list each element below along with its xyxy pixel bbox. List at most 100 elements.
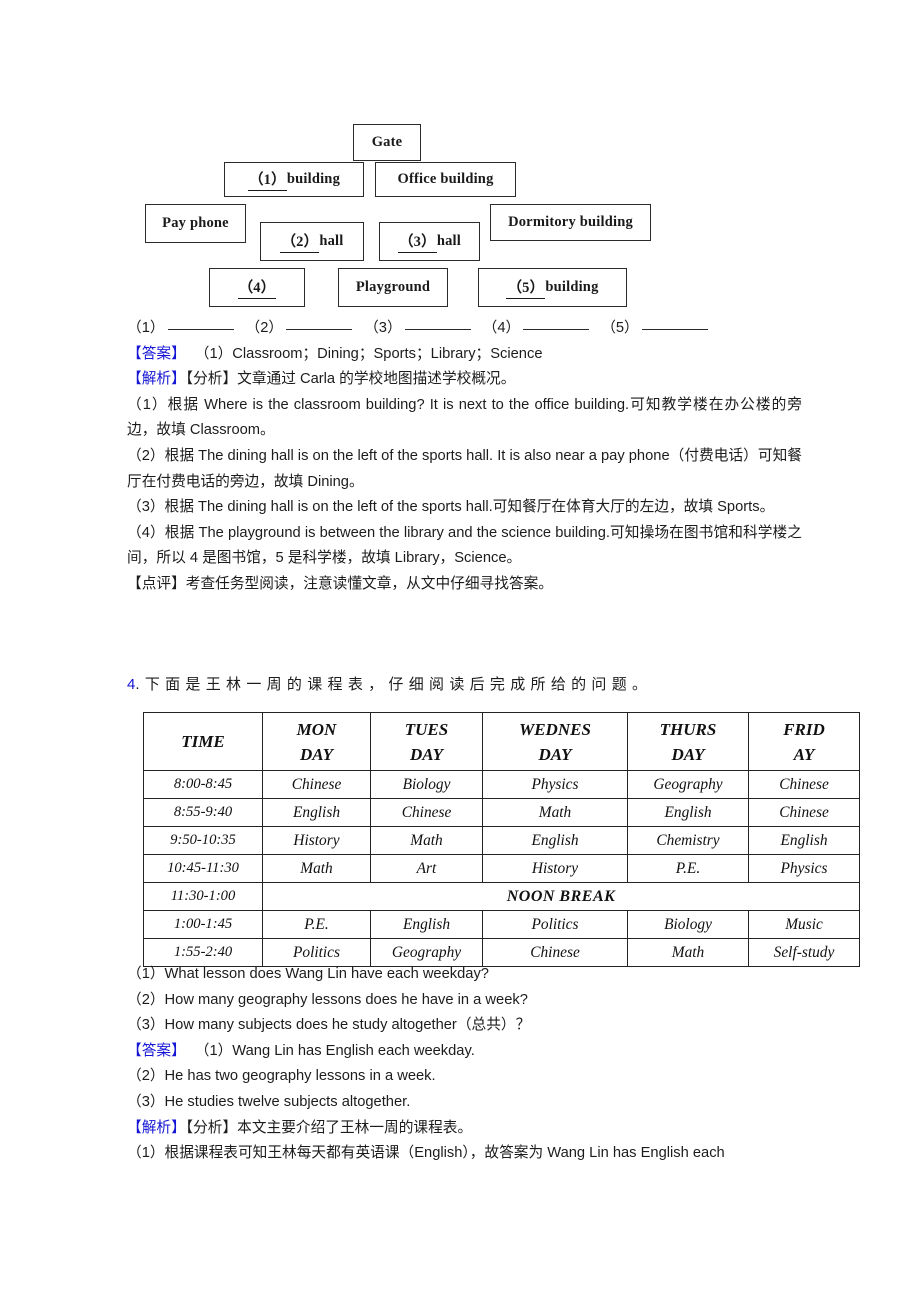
- timetable-subject-cell: English: [370, 910, 483, 939]
- timetable-container: TIME MON DAY TUES DAY WEDNES DAY THURS D…: [143, 712, 860, 967]
- analysis-label: 【解析】: [127, 371, 186, 388]
- map-blank-1-suffix: building: [286, 171, 341, 187]
- section-4-question-1: （1）What lesson does Wang Lin have each w…: [127, 966, 489, 982]
- map-box-playground-label: Playground: [355, 279, 431, 295]
- comment-label: 【点评】: [127, 575, 186, 592]
- timetable-noon-break-cell: NOON BREAK: [262, 882, 860, 911]
- timetable-header-thursday-line1: THURS: [659, 719, 717, 739]
- map-box-blank-2: （2） hall: [260, 222, 364, 261]
- timetable-subject-cell: Chemistry: [627, 826, 749, 855]
- timetable-header-row: TIME MON DAY TUES DAY WEDNES DAY THURS D…: [143, 712, 860, 771]
- map-blank-2-number: （2）: [280, 230, 320, 253]
- timetable-subject-cell: Chinese: [262, 770, 371, 799]
- answer-label: 【答案】: [127, 345, 186, 362]
- timetable-header-friday-line2: AY: [793, 744, 815, 764]
- timetable-time-cell: 8:55-9:40: [143, 798, 263, 827]
- timetable-header-tuesday-line2: DAY: [409, 744, 444, 764]
- blank-label-1: （1）: [127, 320, 165, 336]
- timetable-subject-cell: Physics: [482, 770, 628, 799]
- section-3-explanation-4: （4）根据 The playground is between the libr…: [127, 524, 802, 567]
- analysis-sub-label: 【分析】: [185, 371, 238, 388]
- section-3-text: （1） （2） （3） （4） （5） 【答案】 （1）Classroom；Dining；…: [0, 316, 920, 598]
- timetable-time-cell: 10:45-11:30: [143, 854, 263, 883]
- timetable-subject-cell: Chinese: [370, 798, 483, 827]
- timetable-subject-cell: Math: [482, 798, 628, 827]
- timetable-row: 8:00-8:45 Chinese Biology Physics Geogra…: [143, 770, 860, 799]
- timetable-subject-cell: Geography: [627, 770, 749, 799]
- timetable-time-cell: 8:00-8:45: [143, 770, 263, 799]
- map-box-blank-3: （3） hall: [379, 222, 480, 261]
- blank-label-5: （5）: [601, 320, 639, 336]
- timetable-row: 8:55-9:40 English Chinese Math English C…: [143, 798, 860, 827]
- timetable-header-friday-line1: FRID: [783, 719, 825, 739]
- timetable-time-cell: 11:30-1:00: [143, 882, 263, 911]
- section-4-text: （1）What lesson does Wang Lin have each w…: [0, 962, 920, 1167]
- timetable-header-tuesday-line1: TUES: [404, 719, 449, 739]
- timetable-header-wednesday-line2: DAY: [538, 744, 572, 764]
- map-box-blank-4: （4）: [209, 268, 305, 307]
- question-4-punct: .: [135, 676, 145, 693]
- blank-rule-3: [404, 329, 471, 330]
- timetable-subject-cell: Biology: [370, 770, 483, 799]
- map-box-dormitory-building-label: Dormitory building: [508, 214, 633, 230]
- timetable-header-thursday: THURS DAY: [627, 712, 749, 771]
- timetable-subject-cell: English: [627, 798, 749, 827]
- timetable-subject-cell: Art: [370, 854, 483, 883]
- analysis-sub-label: 【分析】: [185, 1119, 238, 1136]
- timetable-row: 9:50-10:35 History Math English Chemistr…: [143, 826, 860, 855]
- timetable-subject-cell: English: [482, 826, 628, 855]
- timetable-subject-cell: P.E.: [627, 854, 749, 883]
- timetable-subject-cell: Math: [370, 826, 483, 855]
- section-4-answer-3: （3）He studies twelve subjects altogether…: [127, 1093, 411, 1110]
- timetable-subject-cell: History: [482, 854, 628, 883]
- analysis-text: 文章通过 Carla 的学校地图描述学校概况。: [237, 371, 516, 388]
- timetable-header-tuesday: TUES DAY: [370, 712, 483, 771]
- map-blank-5-number: （5）: [506, 276, 546, 299]
- map-blank-3-number: （3）: [397, 230, 437, 253]
- answer-blanks-row: （1） （2） （3） （4） （5）: [0, 316, 920, 342]
- map-box-blank-5: （5） building: [478, 268, 627, 307]
- timetable-time-cell: 1:00-1:45: [143, 910, 263, 939]
- map-box-gate-label: Gate: [371, 134, 403, 150]
- section-4-explanation-1: （1）根据课程表可知王林每天都有英语课（English），故答案为 Wang L…: [127, 1145, 725, 1162]
- map-box-office-building: Office building: [375, 162, 516, 197]
- section-3-explanation-1: （1）根据 Where is the classroom building? I…: [127, 396, 802, 439]
- answer-text: （1）Wang Lin has English each weekday.: [194, 1042, 475, 1059]
- timetable-header-wednesday-line1: WEDNES: [519, 719, 591, 739]
- timetable-subject-cell: English: [748, 826, 860, 855]
- timetable-header-friday: FRID AY: [748, 712, 860, 771]
- timetable-time-cell: 9:50-10:35: [143, 826, 263, 855]
- map-box-playground: Playground: [338, 268, 448, 307]
- map-box-pay-phone: Pay phone: [145, 204, 246, 243]
- comment-text: 考查任务型阅读，注意读懂文章，从文中仔细寻找答案。: [185, 575, 553, 592]
- timetable-subject-cell: History: [262, 826, 371, 855]
- blank-label-3: （3）: [364, 320, 402, 336]
- timetable-header-monday: MON DAY: [262, 712, 371, 771]
- section-3-explanation-2: （2）根据 The dining hall is on the left of …: [127, 447, 802, 490]
- blank-label-4: （4）: [482, 320, 521, 336]
- timetable-header-monday-line1: MON: [296, 719, 337, 739]
- timetable-subject-cell: Politics: [482, 910, 628, 939]
- analysis-label: 【解析】: [127, 1119, 186, 1136]
- school-map-diagram: Gate （1） building Office building Pay pho…: [0, 0, 920, 318]
- blank-rule-2: [286, 329, 353, 330]
- timetable-subject-cell: Music: [748, 910, 860, 939]
- answer-text: （1）Classroom；Dining；Sports；Library；Scien…: [194, 345, 543, 362]
- timetable-row: 1:00-1:45 P.E. English Politics Biology …: [143, 910, 860, 939]
- timetable-subject-cell: P.E.: [262, 910, 371, 939]
- section-4-question-2: （2）How many geography lessons does he ha…: [127, 991, 528, 1008]
- answer-label: 【答案】: [127, 1042, 186, 1059]
- map-blank-5-suffix: building: [545, 279, 599, 295]
- blank-rule-5: [641, 329, 708, 330]
- map-blank-4-number: （4）: [237, 276, 277, 299]
- timetable-header-time-line1: TIME: [181, 732, 225, 751]
- timetable-header-monday-line2: DAY: [299, 744, 334, 764]
- section-3-answer-line: 【答案】 （1）Classroom；Dining；Sports；Library；S…: [0, 342, 920, 368]
- timetable-header-wednesday: WEDNES DAY: [482, 712, 628, 771]
- timetable-subject-cell: Physics: [748, 854, 860, 883]
- section-3-explanation-3: （3）根据 The dining hall is on the left of …: [127, 499, 775, 516]
- map-blank-2-suffix: hall: [319, 233, 344, 249]
- section-3-analysis-line: 【解析】【分析】文章通过 Carla 的学校地图描述学校概况。: [0, 367, 920, 393]
- blank-rule-4: [523, 329, 590, 330]
- timetable-subject-cell: Chinese: [748, 770, 860, 799]
